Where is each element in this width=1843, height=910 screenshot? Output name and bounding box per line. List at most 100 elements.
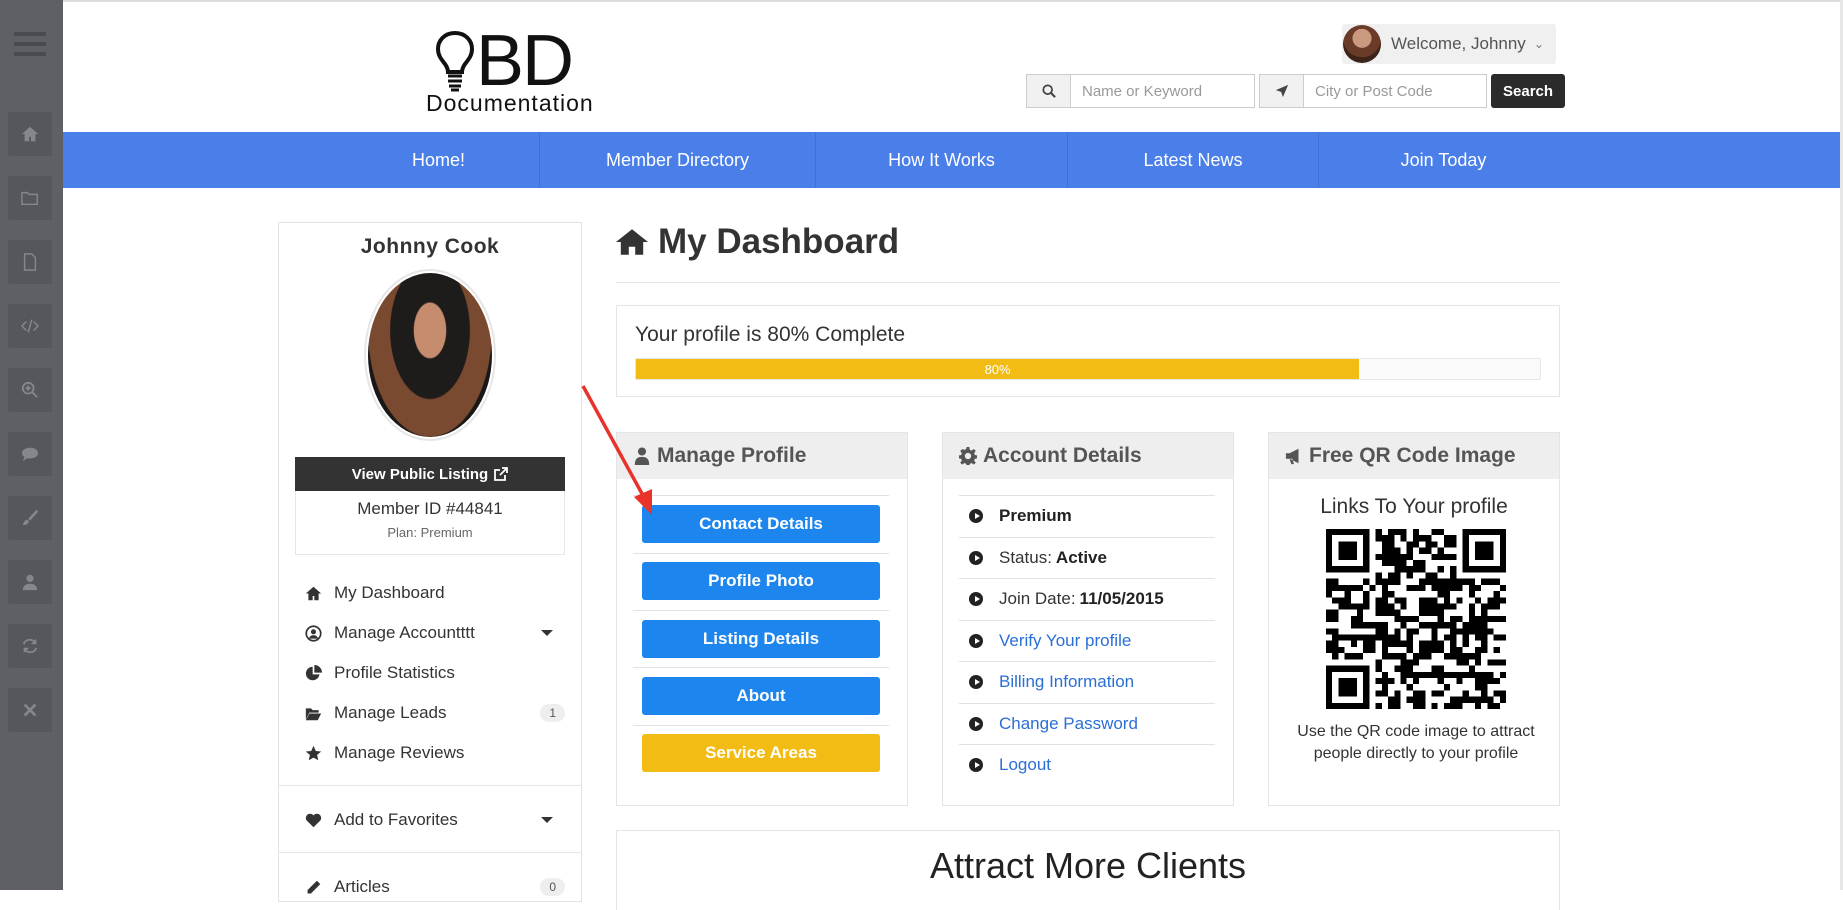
verify-profile-link[interactable]: Verify Your profile	[999, 631, 1131, 651]
refresh-icon[interactable]	[8, 624, 52, 668]
join-date-value: 11/05/2015	[1079, 589, 1164, 609]
logout-link[interactable]: Logout	[999, 755, 1051, 775]
list-item-verify[interactable]: Verify Your profile	[959, 619, 1215, 662]
profile-photo	[364, 269, 496, 441]
sidebar-item-manage-reviews[interactable]: Manage Reviews	[279, 733, 581, 773]
view-public-listing-label: View Public Listing	[351, 465, 489, 483]
member-info: Member ID #44841 Plan: Premium	[295, 491, 565, 555]
change-password-link[interactable]: Change Password	[999, 714, 1138, 734]
keyword-input[interactable]: Name or Keyword	[1071, 74, 1255, 108]
location-input[interactable]: City or Post Code	[1304, 74, 1487, 108]
account-details-card: Account Details Premium Status: Active Jo…	[942, 432, 1234, 806]
file-icon[interactable]	[8, 240, 52, 284]
attract-title: Attract More Clients	[929, 845, 1247, 886]
lightbulb-icon	[435, 30, 475, 92]
menu-icon[interactable]	[14, 32, 46, 62]
sidebar-item-label: Articles	[334, 877, 390, 896]
search-bar: Name or Keyword City or Post Code Search	[1026, 74, 1566, 108]
contact-details-button[interactable]: Contact Details	[642, 505, 880, 543]
list-item-password[interactable]: Change Password	[959, 702, 1215, 745]
divider	[633, 495, 889, 496]
card-title: Account Details	[983, 444, 1142, 467]
qr-code-image	[1326, 529, 1506, 709]
list-item-billing[interactable]: Billing Information	[959, 661, 1215, 703]
play-circle-icon	[969, 716, 983, 731]
attract-clients-panel: Attract More Clients	[616, 830, 1560, 910]
nav-join-today[interactable]: Join Today	[1319, 132, 1568, 188]
progress-label: 80%	[984, 361, 1011, 377]
sidebar-item-manage-account[interactable]: Manage Accountttt	[279, 613, 581, 653]
nav-member-directory[interactable]: Member Directory	[540, 132, 816, 188]
sidebar-item-my-dashboard[interactable]: My Dashboard	[279, 573, 581, 613]
site-logo[interactable]: BD Documentation	[424, 21, 614, 116]
card-header: Free QR Code Image	[1269, 433, 1559, 479]
progress-bar: 80%	[635, 358, 1541, 380]
profile-completion-panel: Your profile is 80% Complete 80%	[616, 305, 1560, 397]
leads-count-badge: 1	[540, 704, 565, 722]
logo-mark: BD	[476, 21, 574, 101]
sidebar-menu: My Dashboard Manage Accountttt Profile S…	[279, 573, 581, 907]
play-circle-icon	[969, 509, 983, 524]
list-item-status: Status: Active	[959, 536, 1215, 579]
folder-icon[interactable]	[8, 176, 52, 220]
list-item-join-date: Join Date: 11/05/2015	[959, 578, 1215, 620]
profile-name: Johnny Cook	[360, 235, 500, 258]
account-details-list: Premium Status: Active Join Date: 11/05/20…	[959, 495, 1215, 786]
nav-home[interactable]: Home!	[338, 132, 540, 188]
chat-icon[interactable]	[8, 432, 52, 476]
qr-subtitle: Links To Your profile	[1320, 495, 1508, 518]
search-button[interactable]: Search	[1491, 74, 1566, 108]
plan-value: Premium	[999, 506, 1072, 526]
sidebar-item-manage-leads[interactable]: Manage Leads 1	[279, 693, 581, 733]
editor-toolbar	[0, 0, 63, 890]
user-icon[interactable]	[8, 560, 52, 604]
welcome-text: Welcome, Johnny	[1391, 34, 1526, 53]
folder-open-icon	[305, 707, 322, 720]
list-item-logout[interactable]: Logout	[959, 744, 1215, 786]
listing-details-button[interactable]: Listing Details	[642, 620, 880, 658]
logo-text: Documentation	[426, 90, 594, 116]
sidebar-item-label: Manage Accountttt	[334, 623, 475, 642]
home-icon	[305, 586, 322, 600]
page-title: My Dashboard	[616, 222, 899, 262]
qr-code-card: Free QR Code Image Links To Your profile…	[1268, 432, 1560, 806]
divider	[633, 610, 889, 611]
play-circle-icon	[969, 592, 983, 607]
service-areas-button[interactable]: Service Areas	[642, 734, 880, 772]
card-title: Free QR Code Image	[1309, 444, 1516, 467]
divider	[633, 553, 889, 554]
location-arrow-icon	[1259, 74, 1304, 108]
pencil-icon	[307, 880, 321, 893]
sidebar-item-add-to-favorites[interactable]: Add to Favorites	[279, 800, 581, 840]
profile-photo-button[interactable]: Profile Photo	[642, 562, 880, 600]
user-menu[interactable]: Welcome, Johnny ⌄	[1342, 24, 1556, 64]
sidebar-item-articles[interactable]: Articles 0	[279, 867, 581, 907]
home-icon[interactable]	[8, 112, 52, 156]
main-nav: Home! Member Directory How It Works Late…	[63, 132, 1840, 188]
annotation-arrow	[581, 385, 652, 515]
progress-bar-fill: 80%	[636, 359, 1360, 379]
sidebar-item-label: Manage Reviews	[334, 743, 465, 762]
star-icon	[305, 745, 322, 760]
list-item-plan: Premium	[959, 495, 1215, 537]
caret-down-icon	[541, 630, 553, 636]
nav-latest-news[interactable]: Latest News	[1068, 132, 1319, 188]
member-id: Member ID #44841	[357, 499, 503, 518]
bullhorn-icon	[1285, 448, 1299, 465]
billing-information-link[interactable]: Billing Information	[999, 672, 1134, 692]
play-circle-icon	[969, 633, 983, 648]
close-icon[interactable]	[8, 688, 52, 732]
play-circle-icon	[969, 550, 983, 565]
brush-icon[interactable]	[8, 496, 52, 540]
code-icon[interactable]	[8, 304, 52, 348]
gear-icon	[959, 447, 977, 465]
external-link-icon	[494, 467, 509, 481]
sidebar-item-profile-statistics[interactable]: Profile Statistics	[279, 653, 581, 693]
nav-how-it-works[interactable]: How It Works	[816, 132, 1068, 188]
view-public-listing-button[interactable]: View Public Listing	[295, 457, 565, 491]
about-button[interactable]: About	[642, 677, 880, 715]
home-icon	[616, 229, 648, 255]
zoom-icon[interactable]	[8, 368, 52, 412]
card-header: Account Details	[943, 433, 1233, 479]
qr-note: Use the QR code image to attract people …	[1297, 723, 1535, 762]
